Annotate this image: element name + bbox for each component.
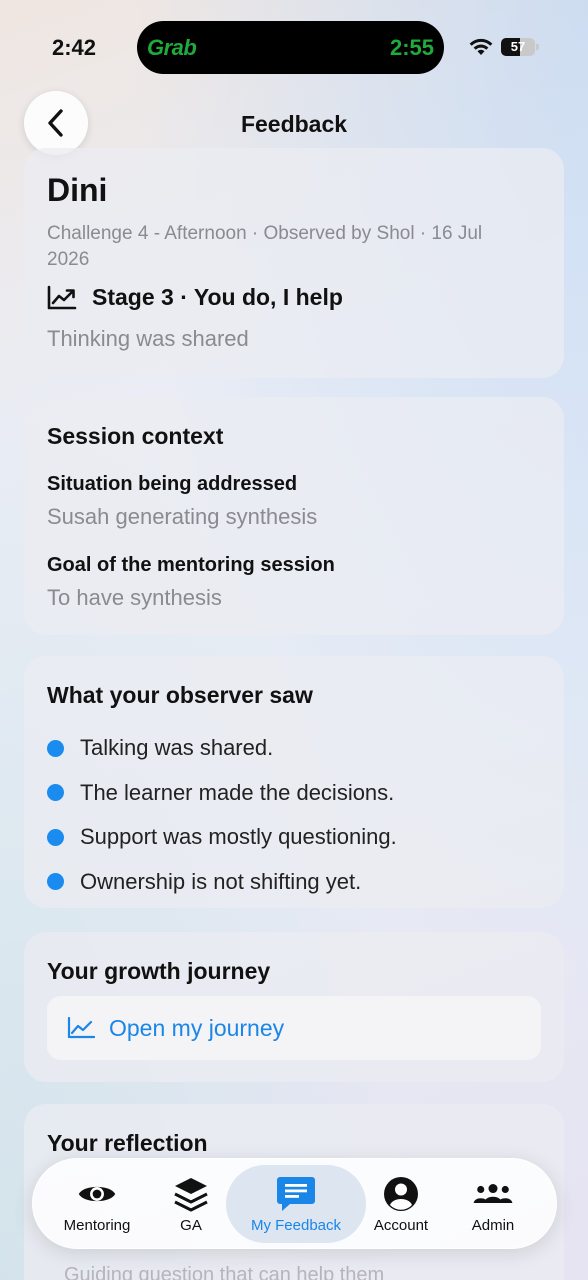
tab-label: Mentoring (63, 1217, 131, 1234)
observation-list: Talking was shared. The learner made the… (47, 726, 397, 904)
line-chart-icon (67, 1017, 95, 1039)
dynamic-island[interactable]: Grab 2:55 (137, 21, 444, 74)
tab-account[interactable]: Account (361, 1159, 441, 1250)
observer-title: What your observer saw (47, 682, 313, 708)
observation-text: Support was mostly questioning. (80, 824, 397, 850)
summary-card: Dini Challenge 4 - Afternoon · Observed … (24, 148, 564, 378)
goal-value: To have synthesis (47, 585, 222, 610)
bullet-dot (47, 873, 64, 891)
open-journey-button[interactable]: Open my journey (47, 996, 541, 1060)
battery-level: 57 (510, 39, 526, 54)
tab-label: My Feedback (250, 1217, 342, 1234)
stage-label: Stage 3 · You do, I help (92, 284, 343, 310)
tab-admin[interactable]: Admin (448, 1159, 538, 1250)
observation-text: The learner made the decisions. (80, 779, 395, 805)
reflection-input[interactable]: Guiding question that can help them (64, 1264, 384, 1280)
observation-text: Talking was shared. (80, 735, 274, 761)
observation-text: Ownership is not shifting yet. (80, 868, 362, 894)
tab-my-feedback[interactable]: My Feedback (231, 1159, 361, 1250)
tab-mentoring[interactable]: Mentoring (47, 1159, 147, 1250)
bullet-dot (47, 784, 64, 802)
message-icon (276, 1174, 316, 1214)
list-item: The learner made the decisions. (47, 771, 397, 816)
status-bar: 2:42 Grab 2:55 57 (0, 0, 588, 90)
eye-icon (77, 1174, 117, 1214)
tab-label: GA (180, 1217, 202, 1234)
reflection-title: Your reflection (47, 1130, 208, 1156)
person-icon (381, 1174, 421, 1214)
goal-label: Goal of the mentoring session (47, 554, 335, 576)
battery-indicator: 57 (501, 38, 539, 56)
stage-row: Stage 3 · You do, I help (47, 284, 343, 311)
session-context-card: Session context Situation being addresse… (24, 397, 564, 635)
status-time: 2:42 (52, 35, 97, 60)
situation-value: Susah generating synthesis (47, 504, 318, 529)
tab-ga[interactable]: GA (151, 1159, 231, 1250)
page-title: Feedback (240, 111, 348, 137)
tab-label: Account (373, 1217, 429, 1234)
growth-title: Your growth journey (47, 958, 271, 984)
observer-card: What your observer saw Talking was share… (24, 656, 564, 908)
trend-chart-icon (47, 285, 77, 309)
session-context-title: Session context (47, 423, 224, 449)
tab-label: Admin (471, 1217, 515, 1234)
list-item: Talking was shared. (47, 726, 397, 771)
bullet-dot (47, 739, 64, 757)
bullet-dot (47, 828, 64, 846)
island-brand: Grab (147, 35, 197, 60)
summary-note: Thinking was shared (47, 326, 249, 351)
learner-name: Dini (47, 172, 108, 208)
tab-bar: Mentoring GA My Feedback Account Admin (32, 1158, 557, 1249)
island-time: 2:55 (389, 35, 434, 60)
stack-icon (171, 1174, 211, 1214)
situation-label: Situation being addressed (47, 473, 298, 495)
session-meta: Challenge 4 - Afternoon · Observed by Sh… (47, 223, 483, 270)
growth-journey-card: Your growth journey Open my journey (24, 932, 564, 1082)
open-journey-label: Open my journey (109, 1014, 285, 1041)
group-icon (473, 1174, 513, 1214)
list-item: Support was mostly questioning. (47, 815, 397, 860)
wifi-icon (469, 38, 493, 55)
list-item: Ownership is not shifting yet. (47, 860, 397, 905)
